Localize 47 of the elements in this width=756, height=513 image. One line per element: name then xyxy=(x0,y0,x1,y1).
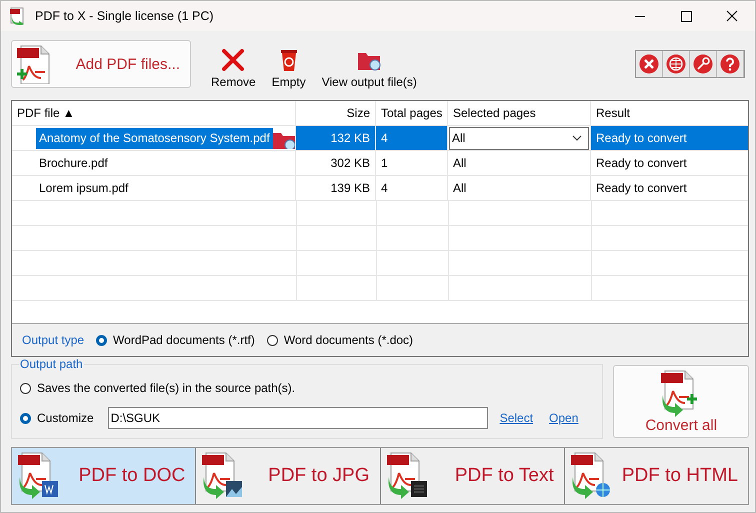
table-cell[interactable]: Brochure.pdf xyxy=(39,156,108,170)
add-files-button[interactable]: Add PDF files... xyxy=(11,40,191,88)
page-dropdown[interactable]: All xyxy=(449,126,589,150)
table-row[interactable]: Anatomy of the Somatosensory System.pdf 132 KB 4 All Ready to convert xyxy=(12,126,748,151)
table-row[interactable]: Lorem ipsum.pdf 139 KB 4 All Ready to convert xyxy=(12,176,748,201)
convert-all-button[interactable]: Convert all xyxy=(613,365,749,438)
remove-button[interactable]: Remove xyxy=(203,43,264,93)
chevron-down-icon xyxy=(572,135,582,141)
radio-icon[interactable] xyxy=(266,334,278,346)
radio-label: Saves the converted file(s) in the source path(s). xyxy=(37,381,296,395)
radio-label: Customize xyxy=(37,411,94,425)
group-title: Output path xyxy=(19,357,84,371)
globe-button[interactable] xyxy=(663,51,690,77)
table-cell[interactable]: Anatomy of the Somatosensory System.pdf xyxy=(36,128,273,148)
path-field[interactable]: D:\SGUK xyxy=(108,407,488,429)
link[interactable]: Open xyxy=(549,411,578,425)
help-round-icon xyxy=(720,54,740,74)
mode-tab[interactable]: PDF to DOC xyxy=(12,448,196,504)
table-cell: 132 KB xyxy=(296,126,376,151)
radio-label: WordPad documents (*.rtf) xyxy=(113,333,255,347)
table-cell: Ready to convert xyxy=(591,126,748,151)
cross-icon xyxy=(220,47,246,73)
view-output-button[interactable]: View output file(s) xyxy=(314,43,425,93)
table-cell: All xyxy=(453,156,466,170)
globe-round-icon xyxy=(666,54,686,74)
table-cell[interactable]: Lorem ipsum.pdf xyxy=(39,181,128,195)
table-cell: Ready to convert xyxy=(591,176,748,201)
table-cell: 1 xyxy=(376,151,448,176)
table-row[interactable]: Brochure.pdf 302 KB 1 All Ready to convert xyxy=(12,151,748,176)
key-round-icon xyxy=(693,54,713,74)
window-title: PDF to X - Single license (1 PC) xyxy=(35,9,215,23)
table-cell: Ready to convert xyxy=(591,151,748,176)
table-cell: 4 xyxy=(376,176,448,201)
table-cell: 302 KB xyxy=(296,151,376,176)
table-cell: 4 xyxy=(376,126,448,151)
table-cell: All xyxy=(453,181,466,195)
table-cell: 139 KB xyxy=(296,176,376,201)
radio-icon[interactable] xyxy=(20,412,31,424)
radio-label: Word documents (*.doc) xyxy=(284,333,414,347)
radio-icon[interactable] xyxy=(20,382,31,394)
link[interactable]: Select xyxy=(500,411,534,425)
empty-button[interactable]: Empty xyxy=(264,43,314,93)
tools-button[interactable] xyxy=(636,51,663,77)
output-type-label: Output type xyxy=(22,333,84,347)
help-button[interactable] xyxy=(717,51,744,77)
radio-icon[interactable] xyxy=(96,334,108,346)
key-button[interactable] xyxy=(690,51,717,77)
